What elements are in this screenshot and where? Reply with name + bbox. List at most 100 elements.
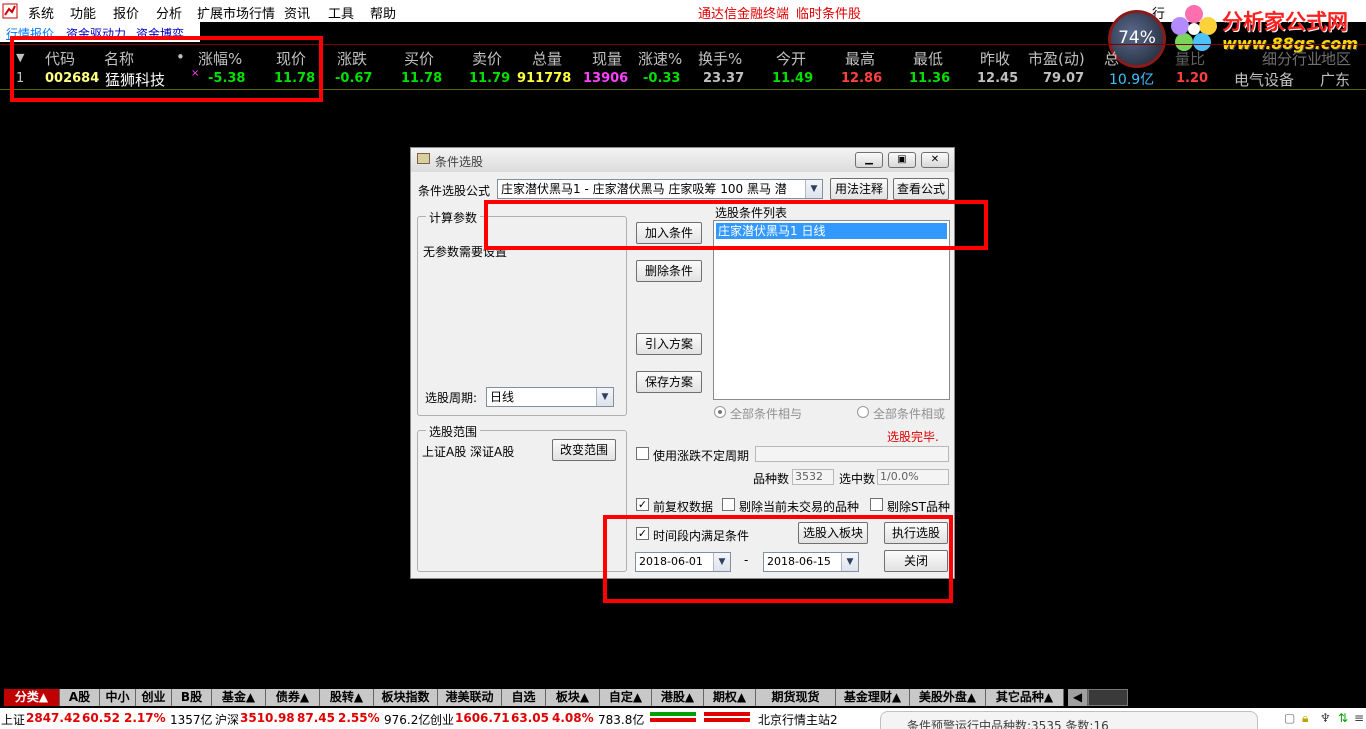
tab-b-share[interactable]: B股 bbox=[172, 689, 212, 706]
cell-total: 10.9亿 bbox=[1109, 72, 1155, 88]
tab-fund[interactable]: 基金▲ bbox=[212, 689, 266, 706]
cell-volume: 911778 bbox=[517, 71, 572, 86]
stock-count-label: 品种数 bbox=[753, 472, 790, 486]
menu-icon[interactable]: ≡ bbox=[1354, 711, 1364, 725]
signal-icon[interactable]: ♆ bbox=[1320, 711, 1331, 725]
delete-condition-button[interactable]: 删除条件 bbox=[636, 260, 702, 282]
menu-system[interactable]: 系统 bbox=[28, 3, 54, 22]
hs-amount: 976.2亿 bbox=[384, 713, 431, 727]
change-range-button[interactable]: 改变范围 bbox=[552, 439, 616, 461]
tab-other-products[interactable]: 其它品种▲ bbox=[986, 689, 1064, 706]
hs-value: 3510.98 bbox=[240, 711, 295, 725]
tab-futures-spot[interactable]: 期货现货 bbox=[756, 689, 836, 706]
tab-chinext[interactable]: 创业 bbox=[136, 689, 172, 706]
server-name[interactable]: 北京行情主站2 bbox=[758, 711, 838, 728]
dialog-window-icon bbox=[417, 153, 430, 164]
period-field[interactable] bbox=[755, 446, 949, 462]
tab-fund-wealth[interactable]: 基金理财▲ bbox=[836, 689, 910, 706]
radio-all-and-label: 全部条件相与 bbox=[730, 407, 803, 421]
selected-count-label: 选中数 bbox=[839, 472, 876, 486]
scroll-left-icon[interactable]: ◀ bbox=[1068, 689, 1088, 706]
menu-help[interactable]: 帮助 bbox=[370, 3, 396, 22]
tab-us-foreign[interactable]: 美股外盘▲ bbox=[910, 689, 986, 706]
sh-value: 2847.42 bbox=[26, 711, 81, 725]
cell-low: 11.36 bbox=[909, 71, 951, 86]
exclude-untraded-checkbox[interactable] bbox=[722, 498, 735, 511]
period-select-value: 日线 bbox=[490, 390, 515, 404]
menu-function[interactable]: 功能 bbox=[70, 3, 96, 22]
col-vol-ratio[interactable]: 量比 bbox=[1175, 48, 1205, 69]
usage-notes-button[interactable]: 用法注释 bbox=[830, 178, 888, 200]
menu-tools[interactable]: 工具 bbox=[328, 3, 354, 22]
col-ask[interactable]: 卖价 bbox=[472, 48, 502, 69]
menu-news[interactable]: 资讯 bbox=[284, 3, 310, 22]
exclude-st-label: 剔除ST品种 bbox=[887, 500, 950, 514]
stock-count-value: 3532 bbox=[795, 470, 823, 483]
col-total[interactable]: 总 bbox=[1104, 48, 1119, 69]
category-tab-bar: 分类▲ A股 中小 创业 B股 基金▲ 债券▲ 股转▲ 板块指数 港美联动 自选… bbox=[0, 688, 1366, 706]
tab-scrollbar[interactable] bbox=[1088, 689, 1128, 706]
col-turnover[interactable]: 换手% bbox=[698, 48, 742, 69]
close-window-button[interactable]: ✕ bbox=[921, 152, 949, 168]
save-scheme-button[interactable]: 保存方案 bbox=[636, 371, 702, 393]
col-prev-close[interactable]: 昨收 bbox=[980, 48, 1010, 69]
tab-sme[interactable]: 中小 bbox=[100, 689, 136, 706]
use-period-checkbox[interactable] bbox=[636, 447, 649, 460]
highlight-box-condition-list bbox=[484, 200, 988, 250]
tab-sector[interactable]: 板块▲ bbox=[546, 689, 600, 706]
tab-hk-stock[interactable]: 港股▲ bbox=[652, 689, 704, 706]
menu-quote[interactable]: 报价 bbox=[113, 3, 139, 22]
lock-icon[interactable]: 🔒︎ bbox=[1302, 711, 1308, 726]
pre-adjust-checkbox[interactable]: ✓ bbox=[636, 498, 649, 511]
col-low[interactable]: 最低 bbox=[913, 48, 943, 69]
col-change[interactable]: 涨跌 bbox=[337, 48, 367, 69]
formula-select[interactable]: 庄家潜伏黑马1 - 庄家潜伏黑马 庄家吸筹 100 黑马 潜 ▼ bbox=[497, 179, 823, 199]
formula-label: 条件选股公式 bbox=[418, 184, 491, 198]
col-region[interactable]: 地区 bbox=[1321, 48, 1351, 69]
radio-all-and[interactable] bbox=[714, 406, 726, 418]
tab-category[interactable]: 分类▲ bbox=[4, 689, 60, 706]
col-high[interactable]: 最高 bbox=[845, 48, 875, 69]
calc-params-title: 计算参数 bbox=[426, 209, 481, 226]
col-bid[interactable]: 买价 bbox=[404, 48, 434, 69]
selected-count-value: 1/0.0% bbox=[880, 470, 919, 483]
tab-sector-index[interactable]: 板块指数 bbox=[374, 689, 438, 706]
cell-vol-ratio: 1.20 bbox=[1176, 71, 1209, 86]
sh-pct: 2.17% bbox=[124, 711, 166, 725]
alert-notice[interactable]: 条件预警运行中品种数:3535 条数:16 bbox=[880, 711, 1258, 729]
tab-neeq[interactable]: 股转▲ bbox=[320, 689, 374, 706]
tab-hk-us-link[interactable]: 港美联动 bbox=[438, 689, 502, 706]
import-scheme-button[interactable]: 引入方案 bbox=[636, 333, 702, 355]
tab-custom[interactable]: 自定▲ bbox=[600, 689, 652, 706]
app-title: 通达信金融终端 bbox=[698, 7, 790, 22]
hs-pct: 2.55% bbox=[338, 711, 380, 725]
radio-all-or[interactable] bbox=[857, 406, 869, 418]
use-period-label: 使用涨跌不定周期 bbox=[653, 449, 750, 463]
col-open[interactable]: 今开 bbox=[776, 48, 806, 69]
exclude-st-checkbox[interactable] bbox=[870, 498, 883, 511]
view-formula-button[interactable]: 查看公式 bbox=[893, 178, 949, 200]
cy-change: 63.05 bbox=[511, 711, 549, 725]
menu-extended-market[interactable]: 扩展市场行情 bbox=[197, 3, 275, 22]
chevron-down-icon[interactable]: ▼ bbox=[596, 388, 613, 406]
maximize-button[interactable]: ▣ bbox=[888, 152, 916, 168]
col-cur-volume[interactable]: 现量 bbox=[592, 48, 622, 69]
updown-icon[interactable]: ⇅ bbox=[1338, 711, 1348, 725]
chevron-down-icon[interactable]: ▼ bbox=[805, 180, 822, 198]
window-icon[interactable]: ▢ bbox=[1284, 711, 1295, 725]
status-text: 选股完毕. bbox=[887, 430, 939, 444]
col-speed[interactable]: 涨速% bbox=[638, 48, 682, 69]
tab-bond[interactable]: 债券▲ bbox=[266, 689, 320, 706]
col-pe[interactable]: 市盈(动) bbox=[1028, 48, 1085, 69]
tab-a-share[interactable]: A股 bbox=[60, 689, 100, 706]
cell-cur-volume: 13906 bbox=[583, 71, 629, 86]
tab-options[interactable]: 期权▲ bbox=[704, 689, 756, 706]
app-window: 系统 功能 报价 分析 扩展市场行情 资讯 工具 帮助 通达信金融终端 临时条件… bbox=[0, 0, 1366, 729]
period-select[interactable]: 日线 ▼ bbox=[486, 387, 614, 407]
menu-analysis[interactable]: 分析 bbox=[156, 3, 182, 22]
tab-watchlist[interactable]: 自选 bbox=[502, 689, 546, 706]
col-industry[interactable]: 细分行业 bbox=[1262, 48, 1322, 69]
minimize-button[interactable]: ▁ bbox=[855, 152, 883, 168]
highlight-box-time-range bbox=[603, 515, 953, 603]
col-volume[interactable]: 总量 bbox=[532, 48, 562, 69]
